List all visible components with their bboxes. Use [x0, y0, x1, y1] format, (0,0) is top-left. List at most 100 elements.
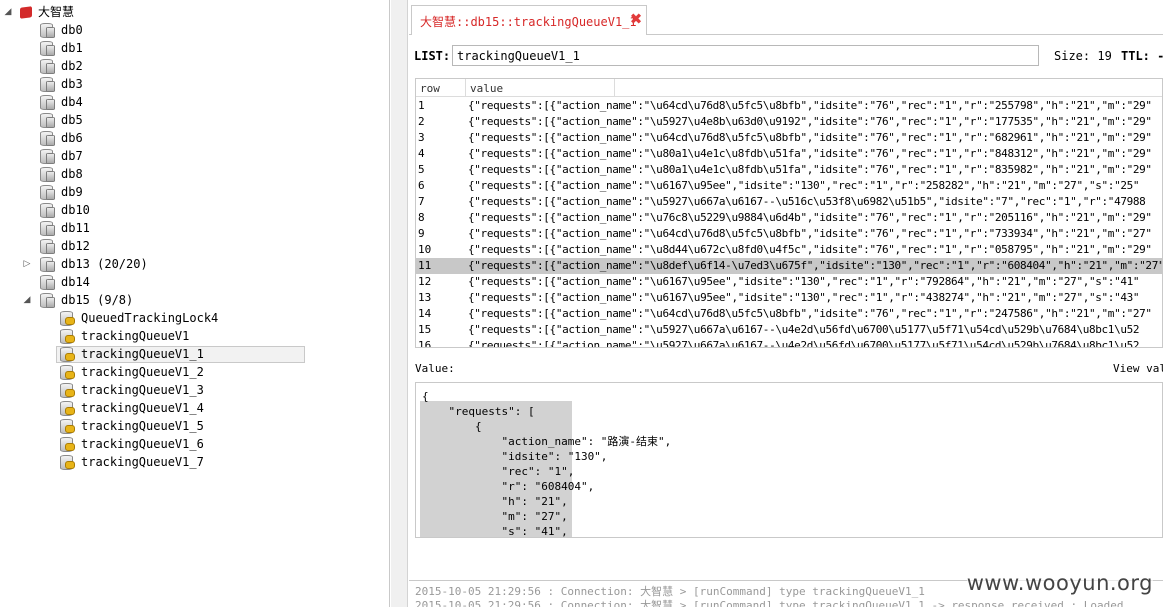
- tree-db-node[interactable]: ◢ db15 (9/8): [0, 291, 389, 309]
- key-icon: [59, 346, 75, 362]
- connection-tree[interactable]: ◢ 大智慧 db0 db1 db2 db3 db4 db5 db6 db7 db8 db9 db10…: [0, 0, 390, 607]
- tree-db-node[interactable]: db10: [0, 201, 389, 219]
- database-icon: [39, 94, 55, 110]
- row-value: {"requests":[{"action_name":"\u64cd\u76d…: [468, 227, 1152, 240]
- redis-server-icon: [18, 4, 34, 20]
- tree-db-node[interactable]: db6: [0, 129, 389, 147]
- row-value: {"requests":[{"action_name":"\u6167\u95e…: [468, 179, 1140, 192]
- row-number: 13: [418, 291, 432, 304]
- column-divider[interactable]: [465, 79, 466, 97]
- tree-key-node[interactable]: trackingQueueV1_7: [0, 453, 310, 471]
- list-values-table[interactable]: row value 1 {"requests":[{"action_name":"…: [415, 78, 1163, 348]
- database-icon: [39, 148, 55, 164]
- row-value: {"requests":[{"action_name":"\u5927\u667…: [468, 195, 1146, 208]
- view-value-as-label[interactable]: View val: [1113, 362, 1163, 375]
- row-value: {"requests":[{"action_name":"\u5927\u667…: [468, 323, 1140, 336]
- tree-key-node[interactable]: trackingQueueV1: [0, 327, 310, 345]
- tree-key-node[interactable]: trackingQueueV1_5: [0, 417, 310, 435]
- tree-db-node[interactable]: db9: [0, 183, 389, 201]
- table-header: row value: [416, 79, 1162, 97]
- table-row[interactable]: 9 {"requests":[{"action_name":"\u64cd\u76…: [416, 226, 1162, 242]
- tree-key-node[interactable]: trackingQueueV1_2: [0, 363, 310, 381]
- row-number: 10: [418, 243, 432, 256]
- tree-db-node[interactable]: db5: [0, 111, 389, 129]
- value-line: "m": "27",: [422, 510, 568, 523]
- tree-db-node[interactable]: db8: [0, 165, 389, 183]
- server-name: 大智慧: [38, 5, 75, 19]
- table-row[interactable]: 7 {"requests":[{"action_name":"\u5927\u66…: [416, 194, 1162, 210]
- value-line: "idsite": "130",: [422, 450, 608, 463]
- row-value: {"requests":[{"action_name":"\u64cd\u76d…: [468, 131, 1152, 144]
- row-value: {"requests":[{"action_name":"\u6167\u95e…: [468, 275, 1140, 288]
- row-number: 7: [418, 195, 425, 208]
- tree-key-node[interactable]: trackingQueueV1_4: [0, 399, 310, 417]
- row-number: 4: [418, 147, 425, 160]
- row-number: 11: [418, 259, 432, 272]
- db-label: db13 (20/20): [61, 257, 148, 271]
- table-row[interactable]: 3 {"requests":[{"action_name":"\u64cd\u76…: [416, 130, 1162, 146]
- key-label: trackingQueueV1_5: [81, 419, 204, 433]
- tree-db-node[interactable]: db0: [0, 21, 389, 39]
- tree-db-node[interactable]: db14: [0, 273, 389, 291]
- tree-db-node[interactable]: db1: [0, 39, 389, 57]
- db-label: db9: [61, 185, 83, 199]
- tree-key-node[interactable]: trackingQueueV1_1: [0, 345, 310, 363]
- value-editor[interactable]: { "requests": [ { "action_name": "路演-结束"…: [415, 382, 1163, 538]
- database-icon: [39, 76, 55, 92]
- table-row[interactable]: 16 {"requests":[{"action_name":"\u5927\u6…: [416, 338, 1162, 348]
- table-row[interactable]: 12 {"requests":[{"action_name":"\u6167\u9…: [416, 274, 1162, 290]
- key-label: trackingQueueV1_1: [81, 347, 204, 361]
- database-icon: [39, 166, 55, 182]
- tree-key-node[interactable]: trackingQueueV1_3: [0, 381, 310, 399]
- value-line: "rec": "1",: [422, 465, 575, 478]
- row-number: 9: [418, 227, 425, 240]
- row-value: {"requests":[{"action_name":"\u8d44\u672…: [468, 243, 1152, 256]
- db-label: db11: [61, 221, 90, 235]
- db-label: db12: [61, 239, 90, 253]
- table-row[interactable]: 10 {"requests":[{"action_name":"\u8d44\u6…: [416, 242, 1162, 258]
- tree-key-node[interactable]: QueuedTrackingLock4: [0, 309, 310, 327]
- row-value: {"requests":[{"action_name":"\u6167\u95e…: [468, 291, 1140, 304]
- table-row[interactable]: 6 {"requests":[{"action_name":"\u6167\u95…: [416, 178, 1162, 194]
- table-row[interactable]: 1 {"requests":[{"action_name":"\u64cd\u76…: [416, 98, 1162, 114]
- table-row[interactable]: 11 {"requests":[{"action_name":"\u8def\u6…: [416, 258, 1162, 274]
- value-line: {: [422, 420, 482, 433]
- tree-db-node[interactable]: db3: [0, 75, 389, 93]
- row-number: 15: [418, 323, 432, 336]
- column-divider[interactable]: [614, 79, 615, 97]
- row-value: {"requests":[{"action_name":"\u8def\u6f1…: [468, 259, 1163, 272]
- column-header-row[interactable]: row: [420, 82, 440, 95]
- db-label: db7: [61, 149, 83, 163]
- expanded-arrow-icon[interactable]: ◢: [22, 291, 32, 309]
- table-row[interactable]: 8 {"requests":[{"action_name":"\u76c8\u52…: [416, 210, 1162, 226]
- table-row[interactable]: 13 {"requests":[{"action_name":"\u6167\u9…: [416, 290, 1162, 306]
- tree-db-node[interactable]: db4: [0, 93, 389, 111]
- value-line: "r": "608404",: [422, 480, 595, 493]
- row-value: {"requests":[{"action_name":"\u5927\u667…: [468, 339, 1140, 348]
- table-row[interactable]: 15 {"requests":[{"action_name":"\u5927\u6…: [416, 322, 1162, 338]
- tree-key-node[interactable]: trackingQueueV1_6: [0, 435, 310, 453]
- collapsed-arrow-icon[interactable]: ▷: [22, 255, 32, 273]
- panel-splitter[interactable]: [391, 0, 408, 607]
- table-row[interactable]: 4 {"requests":[{"action_name":"\u80a1\u4e…: [416, 146, 1162, 162]
- tree-db-node[interactable]: db12: [0, 237, 389, 255]
- tree-db-node[interactable]: db7: [0, 147, 389, 165]
- table-row[interactable]: 14 {"requests":[{"action_name":"\u64cd\u7…: [416, 306, 1162, 322]
- close-icon[interactable]: ✖: [629, 12, 643, 27]
- tab-key-viewer[interactable]: 大智慧::db15::trackingQueueV1_1 ✖: [411, 5, 647, 35]
- list-size: Size: 19: [1054, 49, 1112, 63]
- database-icon: [39, 184, 55, 200]
- table-row[interactable]: 5 {"requests":[{"action_name":"\u80a1\u4e…: [416, 162, 1162, 178]
- table-row[interactable]: 2 {"requests":[{"action_name":"\u5927\u4e…: [416, 114, 1162, 130]
- expanded-arrow-icon[interactable]: ◢: [3, 3, 13, 21]
- tree-db-node[interactable]: ▷ db13 (20/20): [0, 255, 389, 273]
- row-value: {"requests":[{"action_name":"\u64cd\u76d…: [468, 307, 1152, 320]
- tree-db-node[interactable]: db2: [0, 57, 389, 75]
- tree-db-node[interactable]: db11: [0, 219, 389, 237]
- column-header-value[interactable]: value: [470, 82, 503, 95]
- row-number: 2: [418, 115, 425, 128]
- db-label: db6: [61, 131, 83, 145]
- key-name-field[interactable]: [452, 45, 1039, 66]
- tree-server-node[interactable]: ◢ 大智慧: [0, 3, 389, 21]
- value-line: "requests": [: [422, 405, 535, 418]
